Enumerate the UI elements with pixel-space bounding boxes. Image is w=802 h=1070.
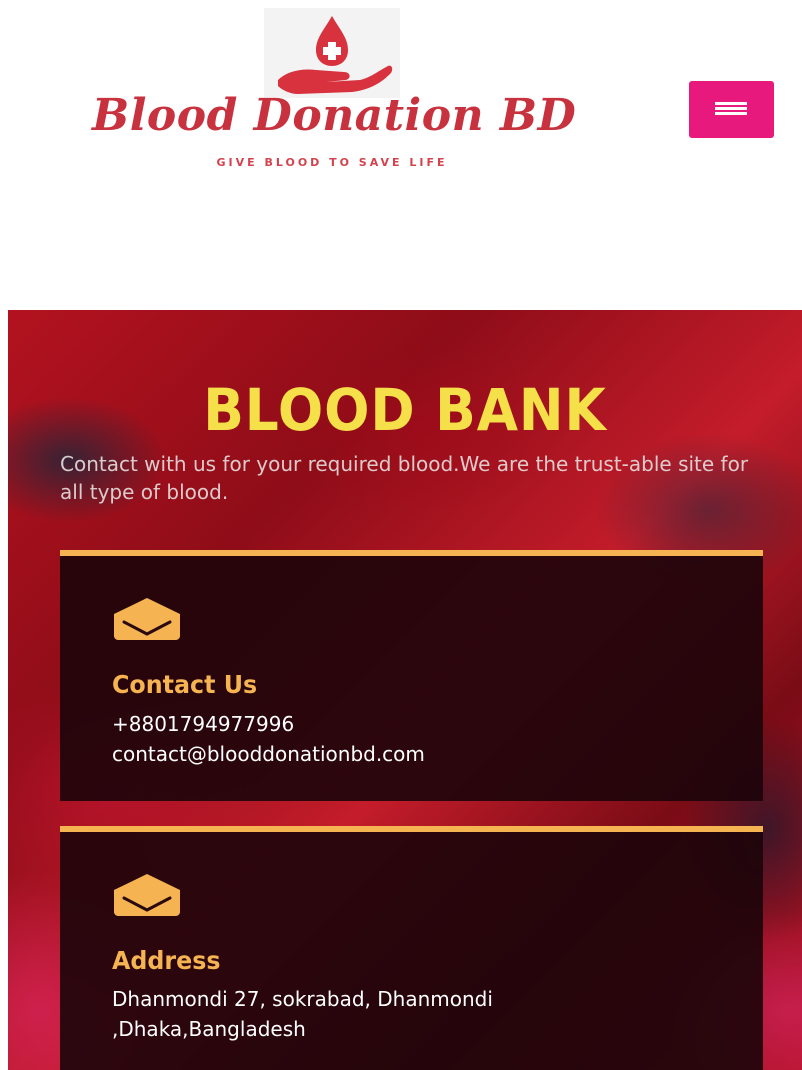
menu-toggle-button[interactable] bbox=[689, 81, 774, 138]
contact-heading: Contact Us bbox=[112, 670, 258, 699]
site-logo[interactable]: Blood Donation BD GIVE BLOOD TO SAVE LIF… bbox=[92, 8, 577, 169]
address-line-1: Dhanmondi 27, sokrabad, Dhanmondi bbox=[112, 987, 493, 1011]
section-description: Contact with us for your required blood.… bbox=[60, 452, 749, 504]
logo-wordmark: Blood Donation BD bbox=[92, 90, 577, 141]
contact-card: Contact Us +8801794977996 contact@bloodd… bbox=[60, 550, 763, 801]
address-line-2: ,Dhaka,Bangladesh bbox=[112, 1017, 306, 1041]
address-heading: Address bbox=[112, 946, 221, 975]
contact-phone[interactable]: +8801794977996 bbox=[112, 712, 294, 736]
section-title: BLOOD BANK bbox=[203, 376, 607, 444]
envelope-icon bbox=[110, 872, 184, 916]
hand-holding-blood-drop-icon bbox=[264, 8, 400, 98]
hamburger-menu-icon bbox=[715, 102, 747, 116]
logo-tagline: GIVE BLOOD TO SAVE LIFE bbox=[216, 156, 448, 169]
address-card: Address Dhanmondi 27, sokrabad, Dhanmond… bbox=[60, 826, 763, 1070]
contact-email[interactable]: contact@blooddonationbd.com bbox=[112, 742, 425, 766]
envelope-icon bbox=[110, 596, 184, 640]
blood-bank-section: BLOOD BANK Contact with us for your requ… bbox=[8, 310, 802, 1070]
site-header: Blood Donation BD GIVE BLOOD TO SAVE LIF… bbox=[0, 0, 802, 310]
